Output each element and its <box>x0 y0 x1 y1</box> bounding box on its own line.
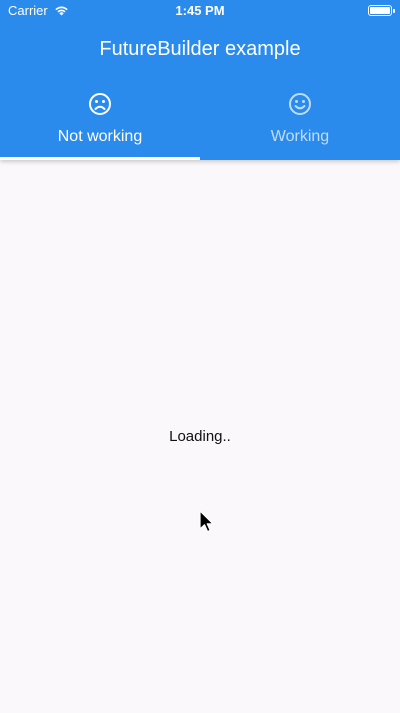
status-bar: Carrier 1:45 PM <box>0 0 400 22</box>
battery-icon <box>368 5 395 16</box>
tab-not-working[interactable]: Not working <box>0 86 200 160</box>
happy-face-icon <box>289 93 311 115</box>
status-time: 1:45 PM <box>175 3 225 18</box>
tab-working[interactable]: Working <box>200 86 400 160</box>
app-bar: Carrier 1:45 PM FutureBuilder example No… <box>0 0 400 160</box>
tab-working-label: Working <box>270 128 330 145</box>
mouse-cursor-icon <box>199 510 214 533</box>
tab-bar: Not working Working <box>0 86 400 160</box>
tab-content: Loading.. <box>0 160 400 713</box>
tab-not-working-label: Not working <box>57 128 143 145</box>
loading-text: Loading.. <box>169 428 231 445</box>
tab-indicator <box>0 157 200 160</box>
page-title: FutureBuilder example <box>99 38 301 60</box>
sad-face-icon <box>89 93 111 115</box>
